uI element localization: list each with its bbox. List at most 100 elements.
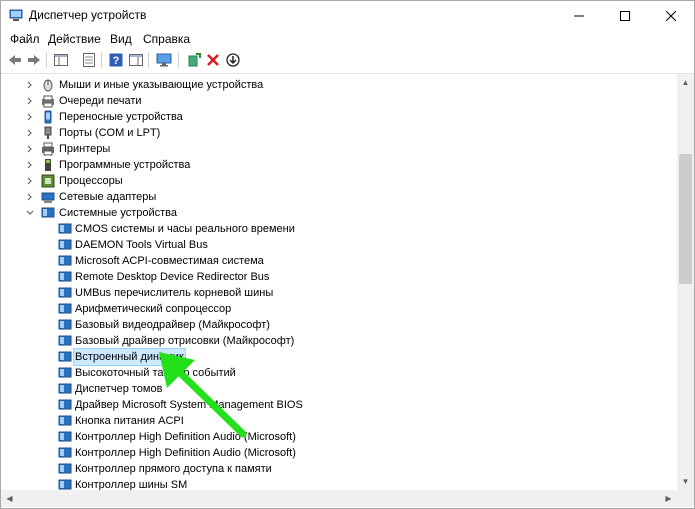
tree-category-portable-devices[interactable]: Переносные устройства (1, 109, 661, 125)
update-driver-button[interactable] (224, 51, 242, 69)
system-device-icon (58, 367, 72, 378)
tree-device-item[interactable]: Контроллер High Definition Audio (Micros… (1, 429, 661, 445)
tree-category-network-adapters[interactable]: Сетевые адаптеры (1, 189, 661, 205)
title-bar[interactable]: Диспетчер устройств (1, 1, 694, 30)
window-title: Диспетчер устройств (29, 8, 147, 22)
tree-device-item[interactable]: Драйвер Microsoft System Management BIOS (1, 397, 661, 413)
tree-device-item[interactable]: Арифметический сопроцессор (1, 301, 661, 317)
chevron-right-icon[interactable] (25, 141, 35, 157)
system-device-icon (58, 287, 72, 298)
tree-category-processors[interactable]: Процессоры (1, 173, 661, 189)
system-device-icon (58, 271, 72, 282)
toolbar-separator (178, 52, 179, 68)
system-device-icon (58, 335, 72, 346)
mouse-icon (43, 79, 53, 92)
tree-category-label: Программные устройства (59, 159, 191, 171)
properties-button[interactable] (80, 51, 98, 69)
chevron-down-icon[interactable] (25, 205, 35, 221)
tree-device-label: Кнопка питания ACPI (75, 415, 184, 427)
print-queue-icon (42, 95, 54, 108)
system-device-icon (58, 415, 72, 426)
tree-device-item[interactable]: CMOS системы и часы реального времени (1, 221, 661, 237)
tree-category-mice[interactable]: Мыши и иные указывающие устройства (1, 77, 661, 93)
chevron-right-icon[interactable] (25, 125, 35, 141)
tree-device-item[interactable]: Remote Desktop Device Redirector Bus (1, 269, 661, 285)
tree-device-item[interactable]: UMBus перечислитель корневой шины (1, 285, 661, 301)
tree-device-item[interactable]: Контроллер прямого доступа к памяти (1, 461, 661, 477)
maximize-button[interactable] (602, 1, 648, 30)
tree-device-label: Базовый видеодрайвер (Майкрософт) (75, 319, 270, 331)
vertical-scroll-thumb[interactable] (679, 154, 692, 284)
tree-category-software-devices[interactable]: Программные устройства (1, 157, 661, 173)
uninstall-icon (207, 54, 219, 66)
svg-text:?: ? (113, 55, 120, 67)
tree-device-item[interactable]: Microsoft ACPI-совместимая система (1, 253, 661, 269)
tree-device-label: Контроллер шины SM (75, 479, 188, 490)
scroll-left-icon[interactable]: ◀ (1, 490, 18, 507)
tree-device-item[interactable]: Контроллер High Definition Audio (Micros… (1, 445, 661, 461)
show-hide-tree-button[interactable] (52, 51, 70, 69)
toolbar-separator (101, 52, 102, 68)
tree-device-label: DAEMON Tools Virtual Bus (75, 239, 208, 251)
tree-device-item[interactable]: Кнопка питания ACPI (1, 413, 661, 429)
scroll-up-icon[interactable]: ▲ (677, 74, 694, 91)
tree-device-label: Высокоточный таймер событий (75, 367, 236, 379)
uninstall-button[interactable] (204, 51, 222, 69)
tree-device-item[interactable]: Диспетчер томов (1, 381, 661, 397)
device-manager-window: Диспетчер устройств Файл Действие Вид Сп… (0, 0, 695, 509)
vertical-scrollbar[interactable]: ▲ ▼ (677, 74, 694, 490)
minimize-button[interactable] (556, 1, 602, 30)
tree-category-system-devices[interactable]: Системные устройства (1, 205, 661, 221)
printer-icon (42, 142, 54, 156)
forward-button[interactable] (25, 51, 43, 69)
chevron-right-icon[interactable] (25, 77, 35, 93)
chevron-right-icon[interactable] (25, 157, 35, 173)
tree-category-label: Принтеры (59, 143, 111, 155)
tree-device-item[interactable]: Высокоточный таймер событий (1, 365, 661, 381)
software-device-icon (45, 159, 51, 171)
system-device-icon (58, 351, 72, 362)
menu-view[interactable]: Вид (110, 32, 132, 46)
tree-category-label: Порты (COM и LPT) (59, 127, 161, 139)
tree-device-item-selected[interactable]: Встроенный динамик (1, 348, 661, 366)
tree-device-label: Контроллер прямого доступа к памяти (75, 463, 272, 475)
chevron-right-icon[interactable] (25, 109, 35, 125)
tree-category-label: Сетевые адаптеры (59, 191, 157, 203)
tree-device-item[interactable]: Базовый драйвер отрисовки (Майкрософт) (1, 333, 661, 349)
device-manager-icon (9, 9, 23, 21)
help-icon: ? (109, 53, 123, 67)
back-button[interactable] (6, 51, 24, 69)
add-driver-button[interactable] (185, 51, 203, 69)
tree-category-ports[interactable]: Порты (COM и LPT) (1, 125, 661, 141)
chevron-right-icon[interactable] (25, 173, 35, 189)
tree-category-printers[interactable]: Принтеры (1, 141, 661, 157)
tree-category-print-queues[interactable]: Очереди печати (1, 93, 661, 109)
system-device-icon (58, 431, 72, 442)
menu-file[interactable]: Файл (10, 32, 40, 46)
chevron-right-icon[interactable] (25, 189, 35, 205)
tree-device-item[interactable]: DAEMON Tools Virtual Bus (1, 237, 661, 253)
tree-device-item[interactable]: Контроллер шины SM (1, 477, 661, 490)
system-device-icon (58, 447, 72, 458)
portable-device-icon (44, 110, 52, 124)
chevron-right-icon[interactable] (25, 93, 35, 109)
help-button[interactable]: ? (107, 51, 125, 69)
tree-device-item[interactable]: Базовый видеодрайвер (Майкрософт) (1, 317, 661, 333)
scroll-right-icon[interactable]: ▶ (660, 490, 677, 507)
tree-device-label: Диспетчер томов (75, 383, 163, 395)
monitor-button[interactable] (155, 51, 173, 69)
console-tree-button[interactable] (127, 51, 145, 69)
scroll-down-icon[interactable]: ▼ (677, 473, 694, 490)
tree-category-label: Системные устройства (59, 207, 178, 219)
add-driver-icon (188, 53, 201, 67)
tree-device-label: Контроллер High Definition Audio (Micros… (75, 431, 296, 443)
tree-device-label: Remote Desktop Device Redirector Bus (75, 271, 270, 283)
close-button[interactable] (648, 1, 694, 30)
horizontal-scrollbar[interactable]: ◀ ▶ (1, 490, 677, 507)
toolbar: ? (1, 48, 694, 74)
menu-action[interactable]: Действие (48, 32, 101, 46)
tree-device-label: Арифметический сопроцессор (75, 303, 232, 315)
tree-category-label: Процессоры (59, 175, 123, 187)
device-tree[interactable]: Мыши и иные указывающие устройства Очере… (1, 74, 677, 490)
menu-help[interactable]: Справка (143, 32, 190, 46)
